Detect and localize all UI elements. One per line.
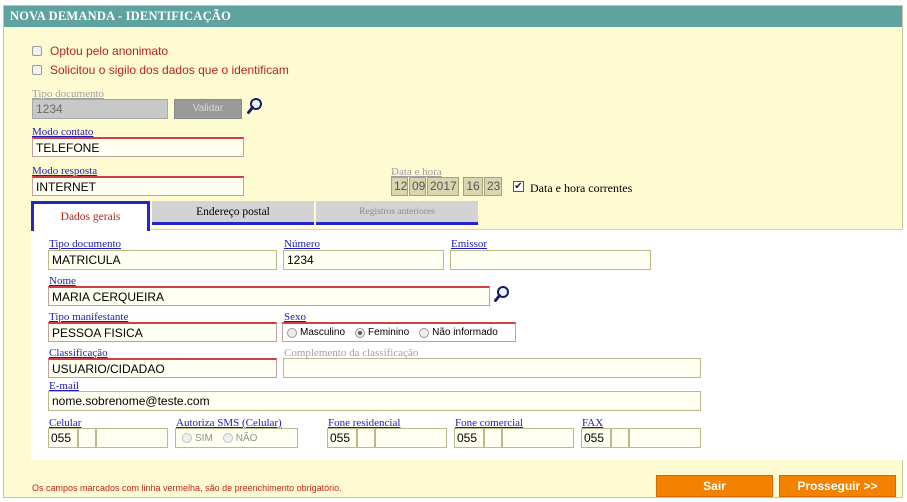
fax-field: 055 bbox=[581, 428, 701, 448]
celular-field: 055 bbox=[48, 428, 168, 448]
hour-field[interactable]: 16 bbox=[463, 177, 483, 196]
sigilo-checkbox[interactable] bbox=[32, 65, 42, 75]
radio-selected-icon[interactable] bbox=[355, 327, 366, 338]
prosseguir-button[interactable]: Prosseguir >> bbox=[779, 475, 896, 497]
celular-number[interactable] bbox=[96, 428, 168, 448]
modo-contato-input[interactable]: TELEFONE bbox=[32, 137, 244, 157]
celular-prefix[interactable] bbox=[78, 428, 96, 448]
numero-input[interactable]: 1234 bbox=[283, 250, 444, 270]
sexo-feminino[interactable]: Feminino bbox=[355, 327, 409, 338]
emissor-label: Emissor bbox=[451, 238, 488, 250]
sms-sim-label: SIM bbox=[195, 432, 213, 444]
fax-ddd[interactable]: 055 bbox=[581, 428, 611, 448]
tab-registros-anteriores[interactable]: Registros anteriores bbox=[316, 201, 478, 225]
fone-residencial-number[interactable] bbox=[375, 428, 447, 448]
sexo-masculino-label: Masculino bbox=[300, 327, 346, 338]
year-field[interactable]: 2017 bbox=[427, 177, 459, 196]
day-field[interactable]: 12 bbox=[391, 177, 408, 196]
sair-button[interactable]: Sair bbox=[656, 475, 773, 497]
sms-nao[interactable]: NÃO bbox=[222, 432, 258, 444]
fone-comercial-ddd[interactable]: 055 bbox=[454, 428, 484, 448]
sms-nao-label: NÃO bbox=[235, 432, 258, 444]
fone-residencial-field: 055 bbox=[327, 428, 447, 448]
radio-icon[interactable] bbox=[287, 327, 297, 338]
sexo-nao-informado[interactable]: Não informado bbox=[419, 327, 498, 338]
magnifier-icon[interactable] bbox=[247, 97, 263, 115]
tipo-documento-top-input[interactable]: 1234 bbox=[32, 99, 168, 119]
radio-icon[interactable] bbox=[182, 433, 192, 443]
fone-comercial-prefix[interactable] bbox=[484, 428, 502, 448]
sexo-radio-group: Masculino Feminino Não informado bbox=[282, 322, 516, 342]
anonimato-checkbox[interactable] bbox=[32, 46, 42, 56]
autoriza-sms-radio-group: SIM NÃO bbox=[175, 428, 298, 448]
radio-icon[interactable] bbox=[222, 433, 233, 443]
email-input[interactable]: nome.sobrenome@teste.com bbox=[48, 391, 701, 411]
celular-ddd[interactable]: 055 bbox=[48, 428, 78, 448]
anonimato-option[interactable]: Optou pelo anonimato bbox=[32, 44, 168, 58]
sexo-nao-informado-label: Não informado bbox=[432, 327, 498, 338]
nome-input[interactable]: MARIA CERQUEIRA bbox=[48, 286, 490, 306]
tipo-manifestante-input[interactable]: PESSOA FISICA bbox=[48, 322, 277, 342]
sexo-masculino[interactable]: Masculino bbox=[287, 327, 345, 338]
sigilo-option[interactable]: Solicitou o sigilo dos dados que o ident… bbox=[32, 63, 289, 77]
numero-label: Número bbox=[284, 238, 321, 250]
fax-prefix[interactable] bbox=[611, 428, 629, 448]
required-fields-note: Os campos marcados com linha vermelha, s… bbox=[32, 483, 342, 493]
data-hora-correntes-checkbox[interactable]: ✔ bbox=[513, 181, 524, 192]
tab-dados-gerais[interactable]: Dados gerais bbox=[31, 201, 150, 231]
page-title: NOVA DEMANDA - IDENTIFICAÇÃO bbox=[4, 6, 902, 27]
fone-residencial-ddd[interactable]: 055 bbox=[327, 428, 357, 448]
sms-sim[interactable]: SIM bbox=[182, 433, 213, 444]
anonimato-label: Optou pelo anonimato bbox=[50, 44, 169, 58]
complemento-input[interactable] bbox=[283, 358, 701, 378]
fax-number[interactable] bbox=[629, 428, 701, 448]
radio-icon[interactable] bbox=[419, 327, 430, 338]
tipo-documento-label: Tipo documento bbox=[49, 238, 122, 250]
sexo-feminino-label: Feminino bbox=[368, 327, 410, 338]
emissor-input[interactable] bbox=[450, 250, 651, 270]
data-hora-correntes-label: Data e hora correntes bbox=[530, 181, 633, 195]
fone-residencial-prefix[interactable] bbox=[357, 428, 375, 448]
tipo-documento-input[interactable]: MATRICULA bbox=[48, 250, 277, 270]
modo-resposta-input[interactable]: INTERNET bbox=[32, 176, 244, 196]
validar-button[interactable]: Validar bbox=[174, 99, 242, 119]
fone-comercial-number[interactable] bbox=[502, 428, 574, 448]
tab-endereco-postal[interactable]: Endereço postal bbox=[152, 201, 314, 225]
nome-search-icon[interactable] bbox=[494, 285, 510, 303]
classificacao-input[interactable]: USUARIO/CIDADAO bbox=[48, 358, 277, 378]
sigilo-label: Solicitou o sigilo dos dados que o ident… bbox=[50, 63, 289, 77]
month-field[interactable]: 09 bbox=[409, 177, 426, 196]
minute-field[interactable]: 23 bbox=[484, 177, 502, 196]
fone-comercial-field: 055 bbox=[454, 428, 574, 448]
